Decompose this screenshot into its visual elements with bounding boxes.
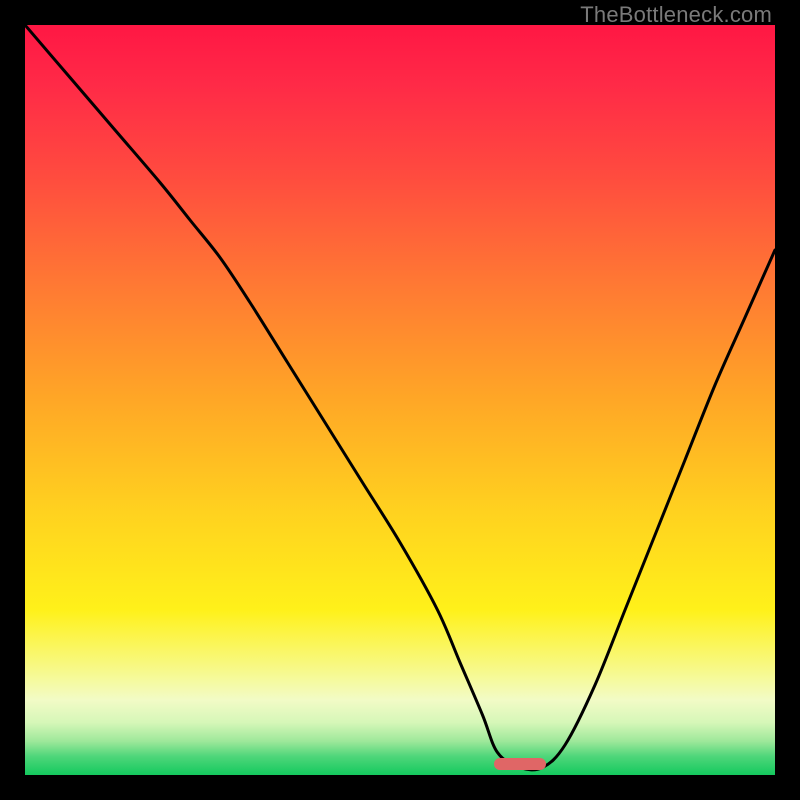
plot-area [25,25,775,775]
optimal-range-marker [494,758,547,770]
bottleneck-curve [25,25,775,775]
chart-frame: TheBottleneck.com [0,0,800,800]
